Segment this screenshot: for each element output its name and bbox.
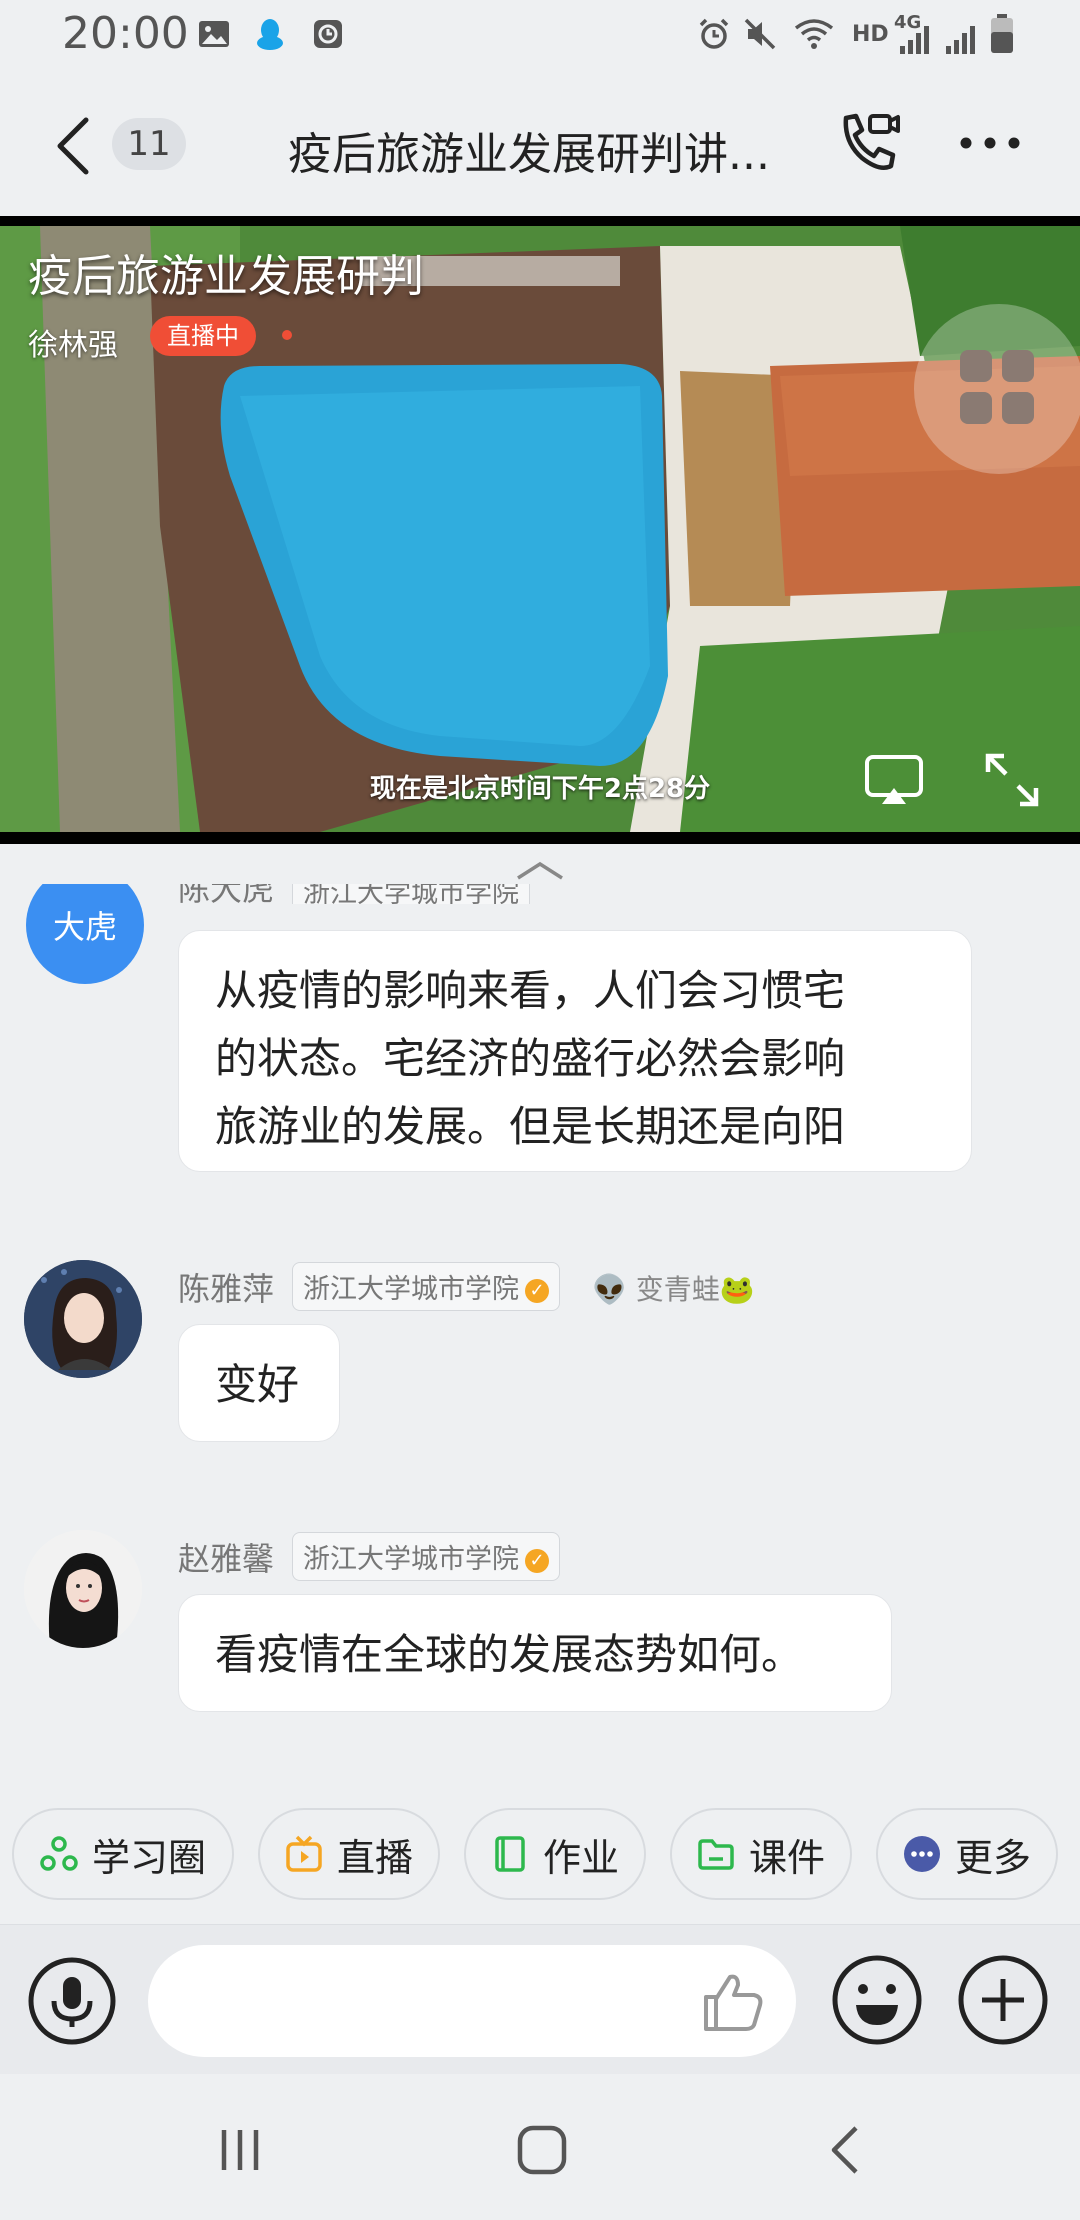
system-nav-bar bbox=[0, 2074, 1080, 2220]
avatar-photo bbox=[24, 1530, 142, 1648]
host-name: 徐林强 bbox=[28, 328, 118, 363]
wifi-icon bbox=[794, 19, 834, 49]
school-label: 浙江大学城市学院 bbox=[303, 1274, 519, 1305]
sender-school: 浙江大学城市学院 bbox=[292, 884, 530, 904]
signal-icon-2 bbox=[946, 26, 975, 54]
study-circle-icon bbox=[40, 1836, 78, 1871]
page-title: 疫后旅游业发展研判讲... bbox=[288, 129, 770, 180]
courseware-folder-icon bbox=[698, 1839, 734, 1870]
grid-view-button[interactable] bbox=[914, 304, 1080, 474]
chip-label: 作业 bbox=[542, 1835, 619, 1880]
chip-courseware[interactable]: 课件 bbox=[670, 1808, 852, 1900]
add-plus-icon[interactable] bbox=[956, 1953, 1050, 2047]
video-call-icon[interactable] bbox=[834, 108, 904, 178]
signal-icon-1 bbox=[900, 26, 929, 54]
video-title: 疫后旅游业发展研判 bbox=[28, 251, 424, 302]
avatar[interactable] bbox=[24, 1260, 142, 1378]
screen-cast-icon[interactable] bbox=[864, 754, 924, 806]
clock-app-notification-icon bbox=[314, 20, 342, 48]
live-tv-icon bbox=[286, 1835, 322, 1872]
mute-icon bbox=[744, 18, 776, 50]
emoji-icon[interactable] bbox=[830, 1953, 924, 2047]
live-dot bbox=[282, 330, 292, 340]
sender-name: 陈大虎 bbox=[178, 884, 275, 904]
verified-badge-icon: ✓ bbox=[525, 1278, 549, 1303]
more-dots-icon bbox=[903, 1836, 940, 1872]
unread-count-badge[interactable]: 11 bbox=[112, 118, 186, 170]
verified-badge-icon: ✓ bbox=[525, 1548, 549, 1573]
avatar[interactable] bbox=[24, 1530, 142, 1648]
battery-icon bbox=[991, 14, 1013, 53]
message-line: 从疫情的影响来看，人们会习惯宅 bbox=[215, 966, 846, 1015]
sender-name: 赵雅馨 bbox=[178, 1540, 275, 1578]
qq-notification-icon bbox=[257, 19, 283, 50]
message-input[interactable] bbox=[148, 1945, 796, 2057]
hd-indicator: HD bbox=[852, 22, 889, 47]
live-video-player[interactable]: 疫后旅游业发展研判 徐林强 直播中 现在是北京时间下午2点28分 bbox=[0, 216, 1080, 844]
sender-school-tag: 浙江大学城市学院 ✓ bbox=[292, 1262, 560, 1311]
chip-homework[interactable]: 作业 bbox=[464, 1808, 646, 1900]
live-status-badge: 直播中 bbox=[150, 316, 256, 356]
voice-input-icon[interactable] bbox=[26, 1955, 118, 2047]
avatar-text: 大虎 bbox=[52, 908, 117, 946]
chip-label: 更多 bbox=[954, 1835, 1031, 1880]
chip-live[interactable]: 直播 bbox=[258, 1808, 440, 1900]
status-time: 20:00 bbox=[62, 8, 189, 59]
grid-icon bbox=[960, 350, 1034, 424]
message-text: 看疫情在全球的发展态势如何。 bbox=[215, 1630, 804, 1679]
sender-name: 陈雅萍 bbox=[178, 1270, 275, 1308]
status-bar: 20:00 HD 4G bbox=[0, 0, 1080, 72]
message-line: 旅游业的发展。但是长期还是向阳 bbox=[215, 1102, 846, 1151]
alarm-icon bbox=[699, 18, 729, 49]
message-bubble[interactable]: 从疫情的影响来看，人们会习惯宅 的状态。宅经济的盛行必然会影响 旅游业的发展。但… bbox=[178, 930, 972, 1172]
more-options-icon[interactable] bbox=[958, 128, 1022, 158]
back-arrow-icon[interactable] bbox=[50, 116, 94, 176]
chip-label: 直播 bbox=[336, 1835, 413, 1880]
recent-apps-icon[interactable] bbox=[216, 2126, 264, 2174]
chip-label: 课件 bbox=[748, 1835, 825, 1880]
message-bubble[interactable]: 变好 bbox=[178, 1324, 340, 1442]
chip-more[interactable]: 更多 bbox=[876, 1808, 1058, 1900]
gallery-notification-icon bbox=[199, 21, 229, 47]
fullscreen-icon[interactable] bbox=[982, 750, 1042, 810]
chip-label: 学习圈 bbox=[91, 1835, 206, 1880]
home-icon[interactable] bbox=[516, 2124, 568, 2176]
message-line: 的状态。宅经济的盛行必然会影响 bbox=[215, 1034, 846, 1083]
chat-header: 11 疫后旅游业发展研判讲... bbox=[0, 72, 1080, 216]
message-text: 变好 bbox=[215, 1360, 300, 1409]
avatar-photo bbox=[24, 1260, 142, 1378]
thumbs-up-icon[interactable] bbox=[700, 1969, 766, 2035]
message-input-bar bbox=[0, 1924, 1080, 2075]
nav-back-icon[interactable] bbox=[826, 2124, 862, 2176]
collapse-video-chevron-icon[interactable] bbox=[514, 858, 566, 882]
message-bubble[interactable]: 看疫情在全球的发展态势如何。 bbox=[178, 1594, 892, 1712]
sender-school-tag: 浙江大学城市学院 ✓ bbox=[292, 1532, 560, 1581]
homework-book-icon bbox=[495, 1836, 525, 1872]
school-label: 浙江大学城市学院 bbox=[303, 1544, 519, 1575]
chip-study-circle[interactable]: 学习圈 bbox=[12, 1808, 234, 1900]
sender-extra-tag: 👽 变青蛙🐸 bbox=[592, 1273, 755, 1306]
message-1-header: 陈大虎 浙江大学城市学院 bbox=[0, 884, 1080, 904]
